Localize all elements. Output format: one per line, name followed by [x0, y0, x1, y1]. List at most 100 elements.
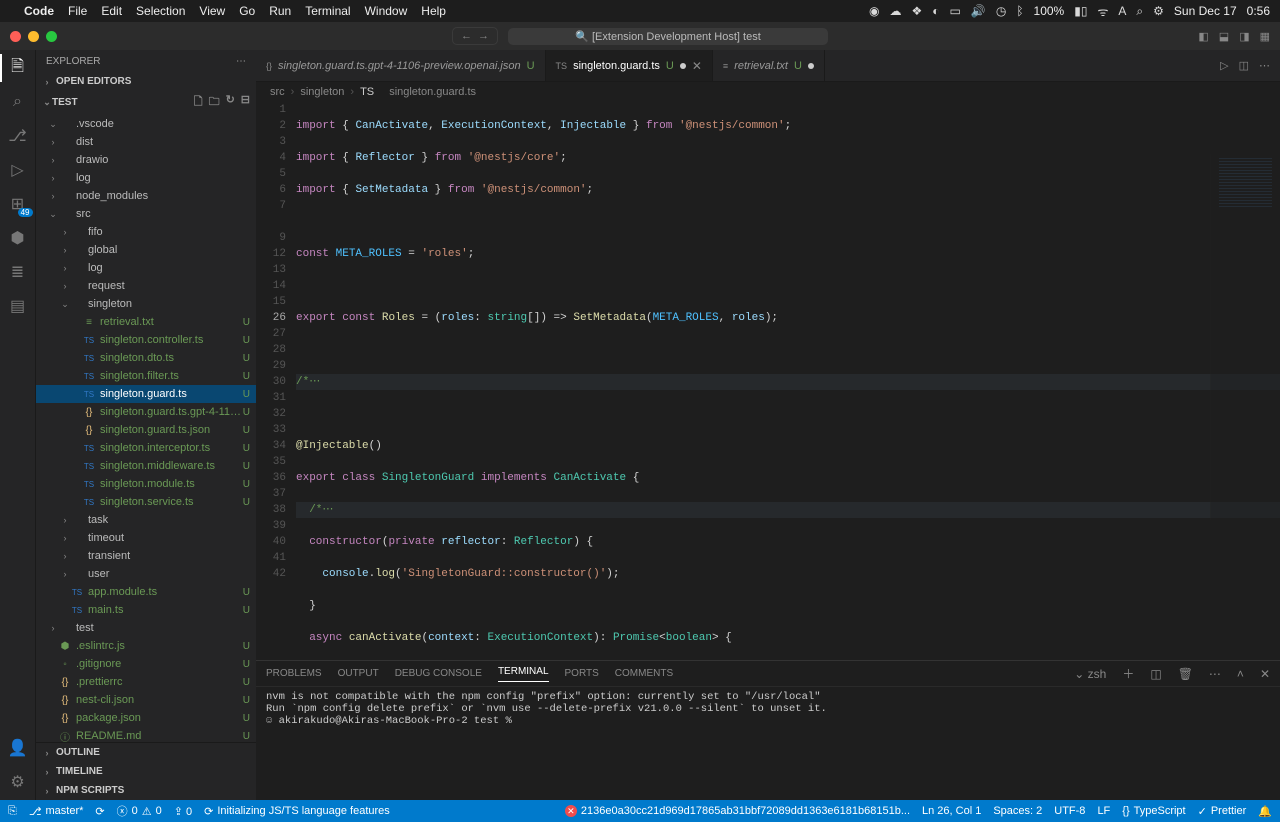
- menu-go[interactable]: Go: [239, 4, 255, 18]
- spaces-indicator[interactable]: Spaces: 2: [993, 805, 1042, 817]
- file-item[interactable]: {}package.jsonU: [36, 709, 256, 727]
- folder-item[interactable]: ›timeout: [36, 529, 256, 547]
- tray-icon-3[interactable]: ◐: [932, 4, 939, 18]
- refresh-icon[interactable]: ↻: [226, 93, 235, 112]
- file-item[interactable]: {}nest-cli.jsonU: [36, 691, 256, 709]
- port-icon[interactable]: ⇪ 0: [174, 805, 192, 818]
- minimap[interactable]: [1210, 154, 1280, 520]
- more-actions-icon[interactable]: ⋯: [1259, 59, 1270, 72]
- editor-tab[interactable]: ≡retrieval.txtU: [713, 50, 825, 81]
- file-item[interactable]: ⓘREADME.mdU: [36, 727, 256, 742]
- terminal-output[interactable]: nvm is not compatible with the npm confi…: [256, 687, 1280, 800]
- project-section[interactable]: ⌄TEST 🗋 🗀 ↻ ⊟: [36, 90, 256, 115]
- record-icon[interactable]: ◉: [869, 4, 879, 18]
- file-item[interactable]: {}singleton.guard.ts.gpt-4-1106-preview.…: [36, 403, 256, 421]
- docker-icon[interactable]: ⬢: [8, 228, 28, 248]
- prettier-indicator[interactable]: ✓ Prettier: [1198, 805, 1247, 818]
- breadcrumb[interactable]: src› singleton› TS singleton.guard.ts: [256, 82, 1280, 102]
- panel-tab[interactable]: OUTPUT: [338, 668, 379, 679]
- panel-tab[interactable]: TERMINAL: [498, 666, 549, 682]
- search-panel-icon[interactable]: ⌕: [8, 92, 28, 112]
- file-item[interactable]: TSsingleton.guard.tsU: [36, 385, 256, 403]
- outline-section[interactable]: ›OUTLINE: [36, 743, 256, 762]
- nav-arrows[interactable]: ←→: [452, 27, 498, 45]
- folder-item[interactable]: ›task: [36, 511, 256, 529]
- lang-mode[interactable]: {} TypeScript: [1122, 805, 1185, 817]
- folder-item[interactable]: ⌄src: [36, 205, 256, 223]
- collapse-icon[interactable]: ⊟: [241, 93, 250, 112]
- split-terminal-icon[interactable]: ◫: [1150, 667, 1161, 681]
- control-center-icon[interactable]: ⚙: [1153, 4, 1164, 18]
- error-hash[interactable]: ✕ 2136e0a30cc21d969d17865ab31bbf72089dd1…: [565, 805, 910, 817]
- layout-right-icon[interactable]: ◨: [1239, 30, 1249, 43]
- battery-icon[interactable]: ▮▯: [1074, 4, 1087, 18]
- more-terminal-icon[interactable]: ⋯: [1209, 667, 1221, 681]
- settings-gear-icon[interactable]: ⚙: [8, 772, 28, 792]
- file-item[interactable]: TSsingleton.interceptor.tsU: [36, 439, 256, 457]
- more-icon[interactable]: ⋯: [236, 56, 246, 67]
- forward-icon[interactable]: →: [478, 30, 489, 42]
- panel-tab[interactable]: PORTS: [565, 668, 599, 679]
- clock-icon[interactable]: ◷: [996, 4, 1006, 18]
- extensions-icon[interactable]: ⊞49: [8, 194, 28, 214]
- remote-icon[interactable]: ⎘: [8, 805, 17, 818]
- new-file-icon[interactable]: 🗋: [194, 93, 203, 112]
- volume-icon[interactable]: 🔊: [971, 4, 986, 18]
- panel-tab[interactable]: COMMENTS: [615, 668, 673, 679]
- db-icon[interactable]: ≣: [8, 262, 28, 282]
- file-item[interactable]: TSsingleton.module.tsU: [36, 475, 256, 493]
- open-editors-section[interactable]: ›OPEN EDITORS: [36, 73, 256, 90]
- encoding-indicator[interactable]: UTF-8: [1054, 805, 1085, 817]
- npm-section[interactable]: ›NPM SCRIPTS: [36, 781, 256, 800]
- folder-item[interactable]: ⌄.vscode: [36, 115, 256, 133]
- tray-icon[interactable]: ☁: [890, 4, 902, 18]
- run-icon[interactable]: ▷: [1220, 59, 1228, 72]
- file-item[interactable]: TSsingleton.middleware.tsU: [36, 457, 256, 475]
- code-content[interactable]: import { CanActivate, ExecutionContext, …: [296, 102, 1280, 660]
- cursor-position[interactable]: Ln 26, Col 1: [922, 805, 981, 817]
- minimize-window-button[interactable]: [28, 31, 39, 42]
- layout-custom-icon[interactable]: ▦: [1260, 30, 1270, 43]
- maximize-panel-icon[interactable]: ˄: [1237, 667, 1244, 681]
- back-icon[interactable]: ←: [461, 30, 472, 42]
- bluetooth-icon[interactable]: ᛒ: [1016, 4, 1023, 18]
- new-folder-icon[interactable]: 🗀: [209, 93, 220, 112]
- notifications-icon[interactable]: 🔔: [1258, 805, 1272, 818]
- file-item[interactable]: TSsingleton.controller.tsU: [36, 331, 256, 349]
- folder-item[interactable]: ⌄singleton: [36, 295, 256, 313]
- ext-icon[interactable]: ▤: [8, 296, 28, 316]
- problems-indicator[interactable]: ⓧ 0 ⚠ 0: [117, 803, 162, 819]
- panel-tab[interactable]: PROBLEMS: [266, 668, 322, 679]
- folder-item[interactable]: ›drawio: [36, 151, 256, 169]
- layout-bottom-icon[interactable]: ⬓: [1219, 30, 1229, 43]
- eol-indicator[interactable]: LF: [1097, 805, 1110, 817]
- editor-tab[interactable]: {}singleton.guard.ts.gpt-4-1106-preview.…: [256, 50, 546, 81]
- sync-icon[interactable]: ⟳: [95, 805, 104, 818]
- folder-item[interactable]: ›global: [36, 241, 256, 259]
- layout-left-icon[interactable]: ◧: [1198, 30, 1208, 43]
- file-item[interactable]: ◦.gitignoreU: [36, 655, 256, 673]
- run-debug-icon[interactable]: ▷: [8, 160, 28, 180]
- app-name[interactable]: Code: [24, 4, 54, 18]
- timeline-section[interactable]: ›TIMELINE: [36, 762, 256, 781]
- close-window-button[interactable]: [10, 31, 21, 42]
- file-item[interactable]: ⬢.eslintrc.jsU: [36, 637, 256, 655]
- folder-item[interactable]: ›request: [36, 277, 256, 295]
- command-center[interactable]: 🔍 [Extension Development Host] test: [508, 28, 828, 45]
- file-item[interactable]: TSapp.module.tsU: [36, 583, 256, 601]
- add-terminal-icon[interactable]: ＋: [1122, 665, 1134, 682]
- file-item[interactable]: ≡retrieval.txtU: [36, 313, 256, 331]
- folder-item[interactable]: ›dist: [36, 133, 256, 151]
- menu-edit[interactable]: Edit: [101, 4, 122, 18]
- battery-label[interactable]: 100%: [1034, 4, 1065, 18]
- folder-item[interactable]: ›node_modules: [36, 187, 256, 205]
- input-icon[interactable]: A: [1118, 4, 1126, 18]
- folder-item[interactable]: ›log: [36, 169, 256, 187]
- editor-tab[interactable]: TSsingleton.guard.tsU✕: [546, 50, 713, 81]
- folder-item[interactable]: ›fifo: [36, 223, 256, 241]
- wifi-icon[interactable]: ᯤ: [1097, 3, 1108, 20]
- file-item[interactable]: TSmain.tsU: [36, 601, 256, 619]
- split-editor-icon[interactable]: ◫: [1239, 59, 1249, 72]
- menubar-date[interactable]: Sun Dec 17: [1174, 4, 1237, 18]
- menu-window[interactable]: Window: [365, 4, 408, 18]
